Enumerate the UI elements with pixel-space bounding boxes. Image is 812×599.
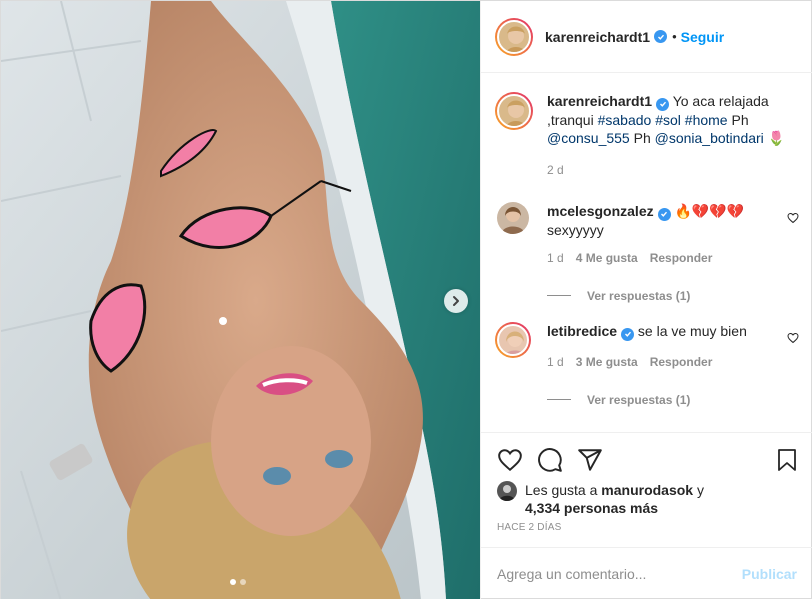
replies-line xyxy=(547,399,571,400)
caption-avatar[interactable] xyxy=(495,92,533,130)
caption: karenreichardt1 Yo aca relajada ,tranqui… xyxy=(495,92,799,177)
view-replies-button[interactable]: Ver respuestas (1) xyxy=(547,393,799,407)
comment-time[interactable]: 1 d xyxy=(547,251,564,265)
mention-link[interactable]: @sonia_botindari xyxy=(655,130,764,146)
bookmark-icon[interactable] xyxy=(775,447,799,473)
reply-button[interactable]: Responder xyxy=(650,355,713,369)
post-modal: karenreichardt1 • Seguir karenreichardt1 xyxy=(0,0,812,599)
hashtag-link[interactable]: #sabado xyxy=(598,112,652,128)
comment-item: letibredice se la ve muy bien 1 d 3 Me g… xyxy=(495,322,799,407)
photo-illustration xyxy=(1,1,480,599)
replies-line xyxy=(547,295,571,296)
follow-button[interactable]: Seguir xyxy=(681,29,725,45)
verified-icon xyxy=(657,207,671,221)
carousel-indicator xyxy=(230,579,246,585)
likes-summary[interactable]: Les gusta a manurodasok y 4,334 personas… xyxy=(497,481,704,517)
chevron-right-icon xyxy=(453,296,459,306)
mention-link[interactable]: @consu_555 xyxy=(547,130,630,146)
comment-input[interactable] xyxy=(497,566,742,582)
commenter-avatar[interactable] xyxy=(497,202,529,234)
post-time-ago[interactable]: HACE 2 DÍAS xyxy=(497,522,561,533)
like-comment-heart-icon[interactable] xyxy=(787,332,799,344)
publish-button[interactable]: Publicar xyxy=(742,566,797,582)
carousel-dot-active xyxy=(230,579,236,585)
likes-suffix: y xyxy=(696,482,704,498)
liker-avatar[interactable] xyxy=(497,481,517,501)
comment-icon[interactable] xyxy=(537,447,563,473)
post-sidebar: karenreichardt1 • Seguir karenreichardt1 xyxy=(480,1,812,599)
hashtag-link[interactable]: #sol xyxy=(655,112,681,128)
comment-username[interactable]: mcelesgonzalez xyxy=(547,203,654,219)
comment-username[interactable]: letibredice xyxy=(547,323,617,339)
comments-list[interactable]: karenreichardt1 Yo aca relajada ,tranqui… xyxy=(481,74,812,432)
author-username[interactable]: karenreichardt1 xyxy=(545,29,650,45)
verified-icon xyxy=(621,327,635,341)
comment-item: mcelesgonzalez 🔥💔💔💔 sexyyyyy 1 d 4 Me gu… xyxy=(495,202,799,303)
caption-time[interactable]: 2 d xyxy=(547,163,564,177)
verified-icon xyxy=(656,97,670,111)
comment-time[interactable]: 1 d xyxy=(547,355,564,369)
hashtag-link[interactable]: #home xyxy=(685,112,728,128)
comment-likes[interactable]: 4 Me gusta xyxy=(576,251,638,265)
view-replies-label: Ver respuestas (1) xyxy=(587,288,691,303)
header-separator: • xyxy=(672,29,677,44)
liker-username[interactable]: manurodasok xyxy=(601,482,693,498)
like-comment-heart-icon[interactable] xyxy=(787,212,799,224)
comment-emoji: 🔥💔💔💔 xyxy=(674,203,745,219)
comment-likes[interactable]: 3 Me gusta xyxy=(576,355,638,369)
likes-prefix: Les gusta a xyxy=(525,482,598,498)
post-header: karenreichardt1 • Seguir xyxy=(481,1,812,73)
tulip-emoji: 🌷 xyxy=(767,129,786,146)
comment-text: se la ve muy bien xyxy=(637,323,747,339)
commenter-avatar[interactable] xyxy=(495,322,531,358)
verified-icon xyxy=(654,30,668,43)
caption-text: Ph xyxy=(731,111,749,128)
view-replies-label: Ver respuestas (1) xyxy=(587,392,691,407)
caption-text: Ph xyxy=(633,129,651,146)
likes-count[interactable]: 4,334 personas más xyxy=(525,500,658,516)
like-heart-icon[interactable] xyxy=(497,447,523,473)
add-comment-bar: Publicar xyxy=(481,547,812,599)
view-replies-button[interactable]: Ver respuestas (1) xyxy=(547,289,799,303)
carousel-dot xyxy=(240,579,246,585)
post-photo[interactable] xyxy=(1,1,480,599)
carousel-next-button[interactable] xyxy=(444,289,468,313)
reply-button[interactable]: Responder xyxy=(650,251,713,265)
caption-username[interactable]: karenreichardt1 xyxy=(547,93,652,109)
author-avatar[interactable] xyxy=(495,17,533,56)
share-icon[interactable] xyxy=(577,447,603,473)
comment-text: sexyyyyy xyxy=(547,221,604,238)
